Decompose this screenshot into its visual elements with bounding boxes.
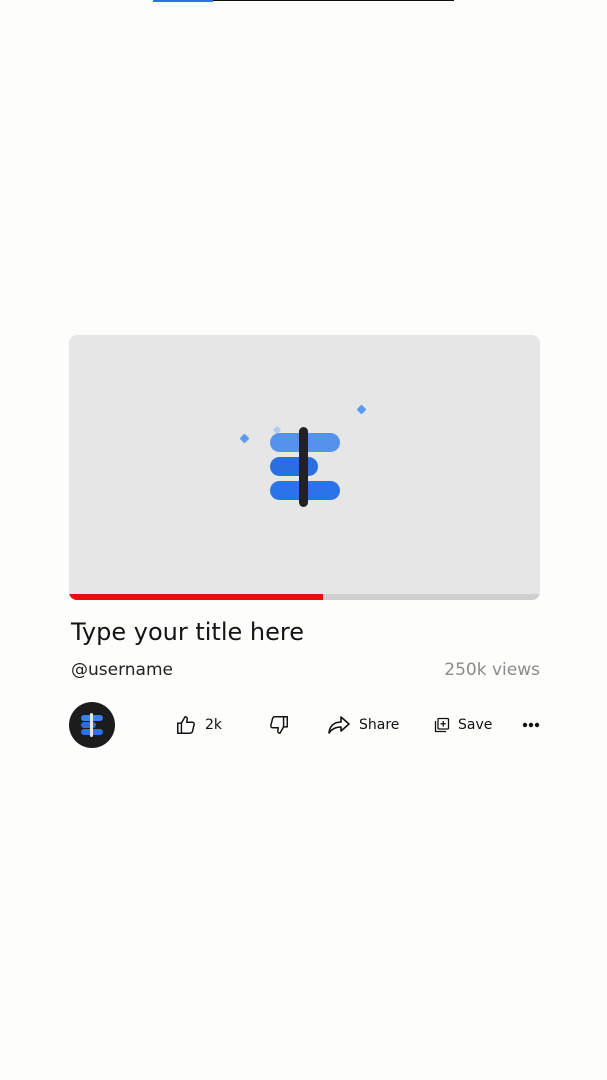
video-title: Type your title here bbox=[71, 618, 304, 646]
share-arrow-icon bbox=[328, 716, 350, 734]
save-label: Save bbox=[458, 717, 493, 733]
share-button[interactable]: Share bbox=[327, 712, 399, 738]
like-button[interactable]: 2k bbox=[175, 712, 222, 738]
share-label: Share bbox=[359, 717, 400, 733]
channel-username[interactable]: @username bbox=[71, 657, 173, 683]
view-count: 250k views bbox=[444, 660, 540, 680]
stacked-bars-logo-icon bbox=[270, 427, 340, 507]
more-options-button[interactable] bbox=[522, 712, 540, 738]
save-playlist-icon bbox=[434, 717, 450, 733]
save-button[interactable]: Save bbox=[434, 712, 492, 738]
video-meta-row: @username 250k views bbox=[71, 657, 540, 683]
video-thumbnail[interactable] bbox=[69, 335, 540, 600]
top-progress-track bbox=[153, 0, 454, 2]
action-row: 2k Share Save bbox=[69, 702, 544, 748]
top-progress-fill bbox=[153, 0, 214, 2]
video-progress-fill bbox=[69, 594, 324, 600]
channel-avatar[interactable] bbox=[69, 702, 115, 748]
thumbs-down-icon bbox=[270, 716, 288, 734]
video-progress-bar[interactable] bbox=[69, 594, 540, 600]
sparkle-icon bbox=[356, 404, 367, 415]
stacked-bars-logo-icon bbox=[81, 713, 103, 737]
dislike-button[interactable] bbox=[268, 712, 290, 738]
like-count: 2k bbox=[205, 717, 223, 733]
more-dots-icon bbox=[522, 722, 540, 728]
thumbs-up-icon bbox=[177, 716, 195, 734]
sparkle-icon bbox=[239, 433, 250, 444]
